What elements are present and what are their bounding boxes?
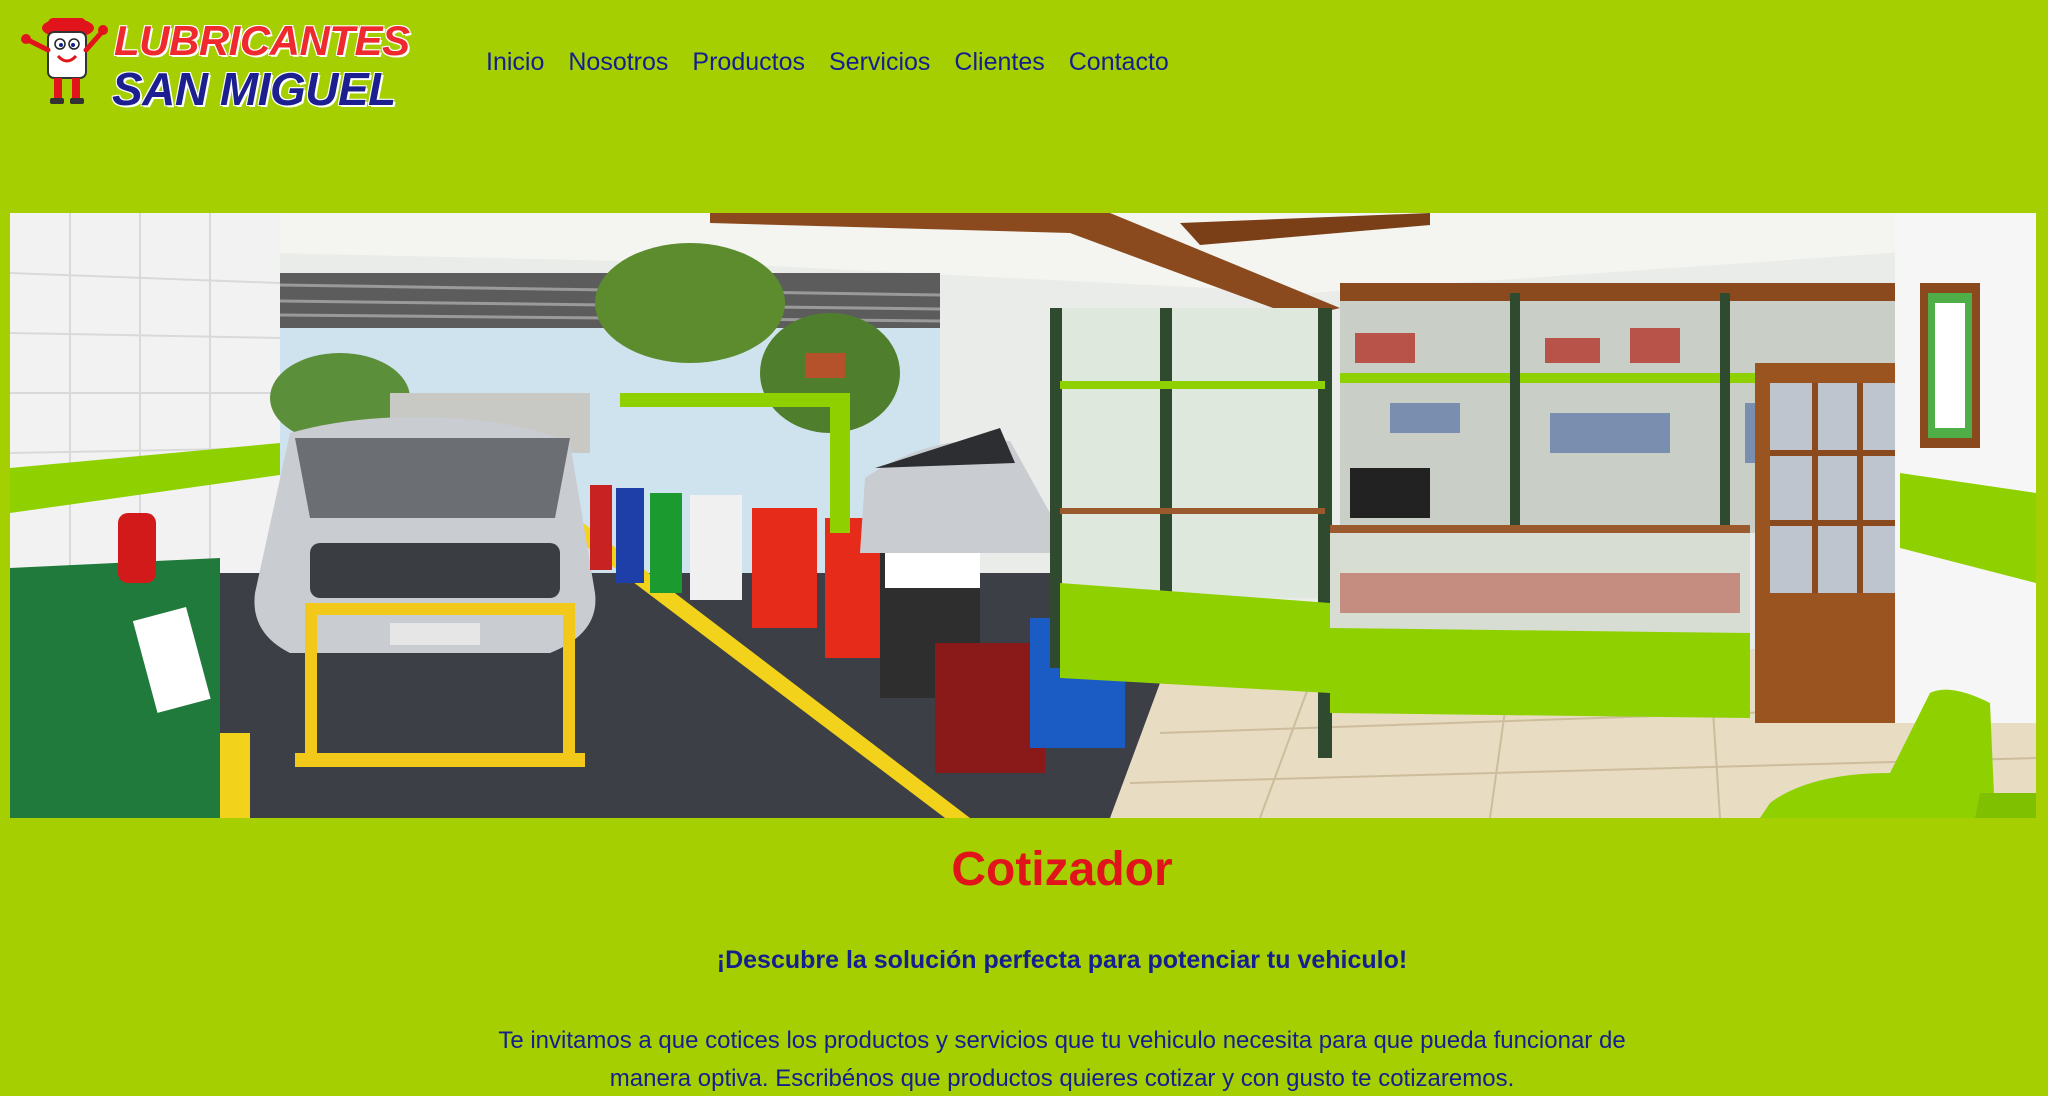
shop-interior-illustration [10,213,2036,818]
page-title: Cotizador [951,843,1173,896]
nav-link-contacto[interactable]: Contacto [1057,46,1181,78]
nav-link-nosotros[interactable]: Nosotros [556,46,680,78]
main-nav: Inicio Nosotros Productos Servicios Clie… [486,46,1181,78]
hero-shop-photo [10,213,2036,818]
oil-can-mascot-icon [21,18,108,104]
page-subtitle: ¡Descubre la solución perfecta para pote… [716,946,1408,974]
nav-link-productos[interactable]: Productos [680,46,817,78]
brand-name-line1: LUBRICANTES [114,17,410,64]
brand-logo[interactable]: LUBRICANTES SAN MIGUEL [18,10,438,115]
brand-name-line2: SAN MIGUEL [112,63,396,115]
site-header: LUBRICANTES SAN MIGUEL Inicio Nosotros P… [0,0,2048,120]
nav-link-clientes[interactable]: Clientes [942,46,1056,78]
intro-paragraph: Te invitamos a que cotices los productos… [498,1027,1626,1092]
nav-link-servicios[interactable]: Servicios [817,46,942,78]
nav-link-inicio[interactable]: Inicio [486,46,556,78]
